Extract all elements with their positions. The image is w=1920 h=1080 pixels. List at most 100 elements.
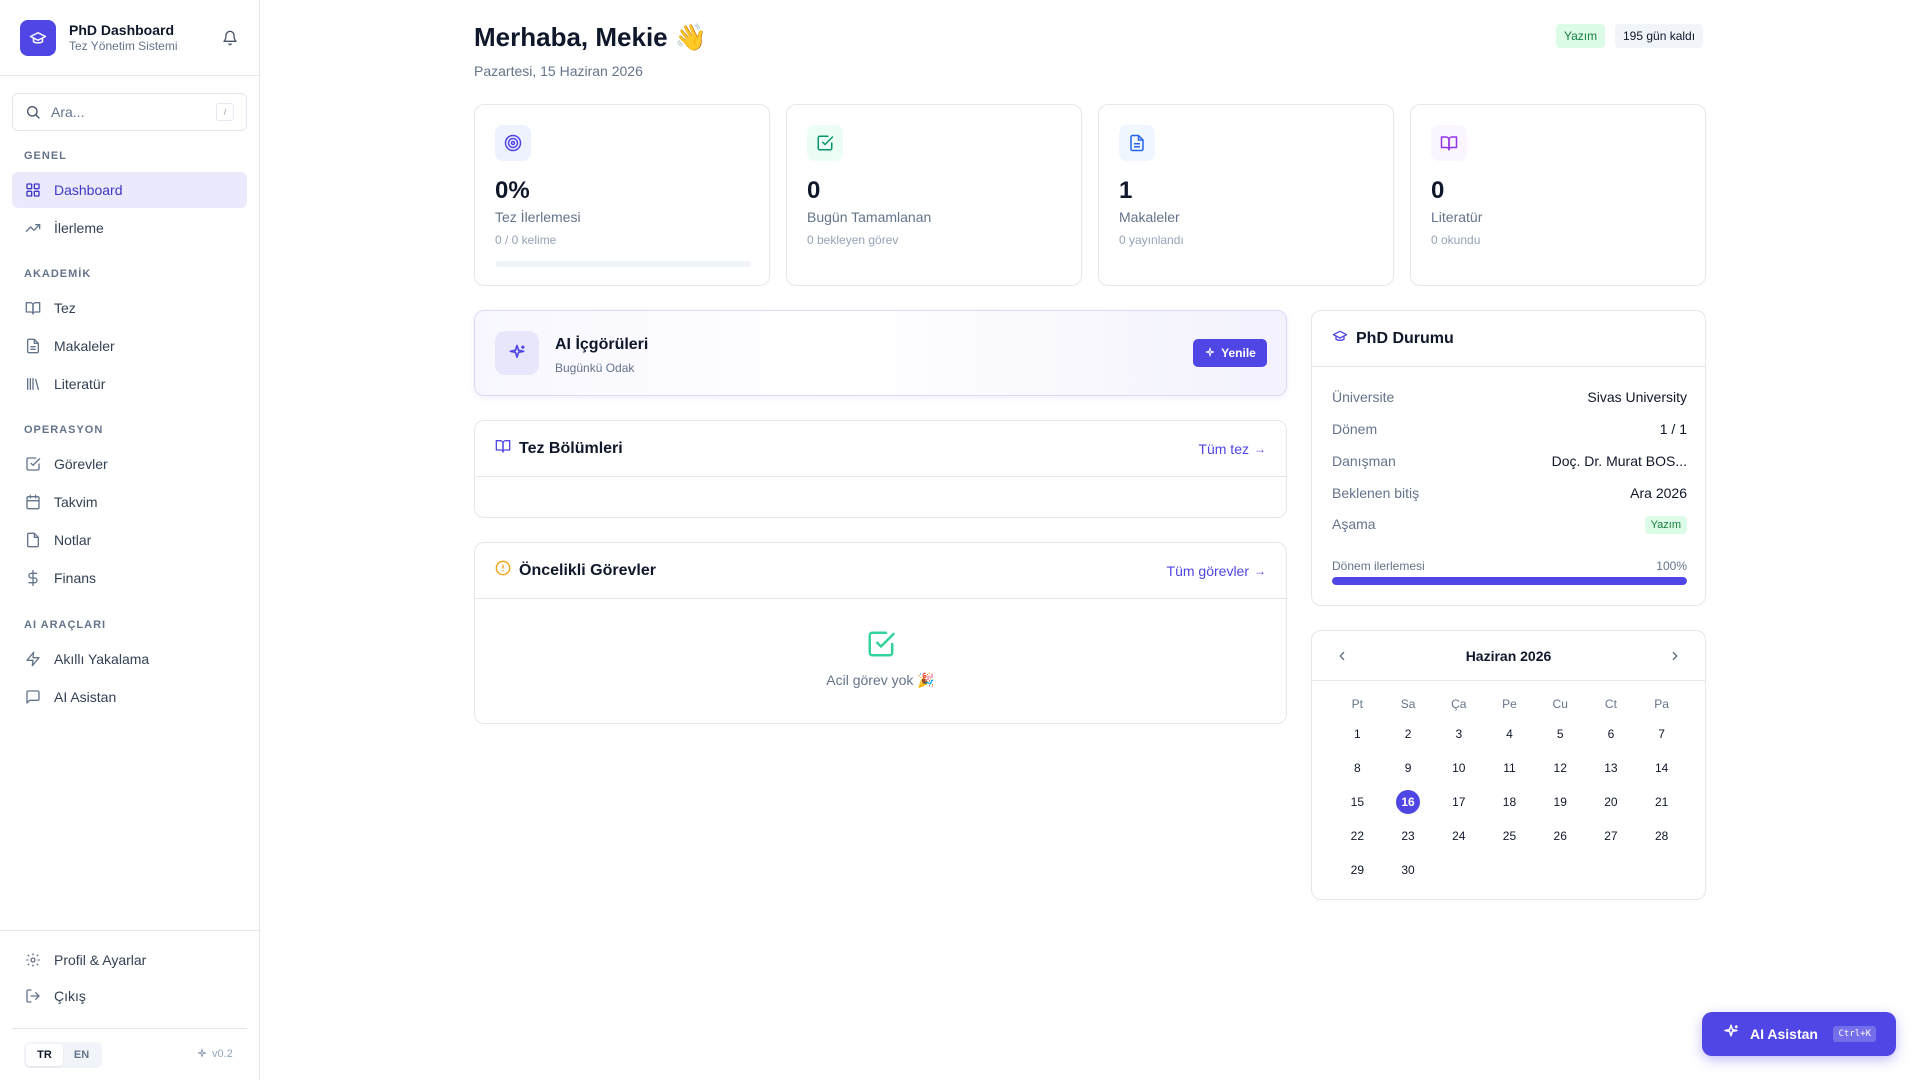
sparkles-icon: [1206, 347, 1215, 358]
calendar-day[interactable]: 23: [1383, 819, 1434, 853]
stat-card-articles[interactable]: 1 Makaleler 0 yayınlandı: [1098, 104, 1394, 286]
book-open-icon: [1431, 125, 1467, 161]
sidebar-item-ai-assistant[interactable]: AI Asistan: [12, 679, 247, 715]
search-input[interactable]: Ara... /: [12, 93, 247, 131]
brand[interactable]: PhD Dashboard Tez Yönetim Sistemi: [20, 20, 240, 56]
sidebar-item-progress[interactable]: İlerleme: [12, 210, 247, 246]
ai-insights-card: AI İçgörüleri Bugünkü Odak Yenile: [474, 310, 1287, 396]
brand-title: PhD Dashboard: [69, 22, 175, 38]
status-value: Sivas University: [1587, 389, 1687, 405]
calendar-day[interactable]: 7: [1636, 717, 1687, 751]
divider: [0, 930, 259, 931]
calendar-day[interactable]: 18: [1484, 785, 1535, 819]
arrow-right-icon: →: [1254, 441, 1266, 456]
calendar-day[interactable]: 20: [1586, 785, 1637, 819]
status-key: Beklenen bitiş: [1332, 485, 1420, 501]
stat-sub: 0 okundu: [1431, 233, 1481, 247]
calendar-day[interactable]: 24: [1433, 819, 1484, 853]
chevron-left-icon[interactable]: [1332, 646, 1352, 666]
sidebar-item-calendar[interactable]: Takvim: [12, 484, 247, 520]
ai-assistant-button[interactable]: AI Asistan Ctrl+K: [1702, 1012, 1896, 1056]
page-title: Merhaba, Mekie 👋: [474, 22, 708, 52]
calendar-day[interactable]: 5: [1535, 717, 1586, 751]
graduation-cap-icon: [20, 20, 56, 56]
stat-card-thesis-progress[interactable]: 0% Tez İlerlemesi 0 / 0 kelime: [474, 104, 770, 286]
all-thesis-link[interactable]: Tüm tez →: [1198, 441, 1266, 457]
stat-sub: 0 bekleyen görev: [807, 233, 899, 247]
calendar-day[interactable]: 10: [1433, 751, 1484, 785]
refresh-button[interactable]: Yenile: [1193, 339, 1267, 367]
sidebar-item-notes[interactable]: Notlar: [12, 522, 247, 558]
weekday-label: Ça: [1451, 697, 1467, 711]
all-tasks-link[interactable]: Tüm görevler →: [1167, 563, 1266, 579]
sidebar-item-finance[interactable]: Finans: [12, 560, 247, 596]
sidebar-item-articles[interactable]: Makaleler: [12, 328, 247, 364]
sidebar-item-literature[interactable]: Literatür: [12, 366, 247, 402]
message-square-icon: [25, 689, 41, 705]
sidebar-item-smart-capture[interactable]: Akıllı Yakalama: [12, 641, 247, 677]
sidebar-item-tasks[interactable]: Görevler: [12, 446, 247, 482]
phd-status-card: PhD Durumu Üniversite Sivas University D…: [1311, 310, 1706, 606]
divider: [0, 75, 259, 76]
sparkles-icon: [197, 1048, 207, 1059]
term-progress-bar: [1332, 577, 1687, 585]
calendar-month: Haziran 2026: [1465, 647, 1552, 664]
stat-sub: 0 / 0 kelime: [495, 233, 557, 247]
status-row-expected-end: Beklenen bitiş Ara 2026: [1332, 485, 1687, 501]
calendar-day[interactable]: 4: [1484, 717, 1535, 751]
zap-icon: [25, 651, 41, 667]
sidebar-item-dashboard[interactable]: Dashboard: [12, 172, 247, 208]
calendar-day[interactable]: 27: [1586, 819, 1637, 853]
calendar-day[interactable]: 28: [1636, 819, 1687, 853]
calendar-day[interactable]: 8: [1332, 751, 1383, 785]
weekday-label: Cu: [1552, 697, 1568, 711]
sidebar-item-label: Takvim: [54, 494, 98, 510]
calendar-day[interactable]: 29: [1332, 853, 1383, 887]
panel-title: PhD Durumu: [1356, 329, 1454, 347]
status-key: Dönem: [1332, 421, 1378, 437]
book-open-icon: [25, 300, 41, 316]
calendar-day[interactable]: 15: [1332, 785, 1383, 819]
book-open-icon: [495, 438, 511, 459]
file-text-icon: [1119, 125, 1155, 161]
bell-icon[interactable]: [220, 28, 240, 48]
sidebar: PhD Dashboard Tez Yönetim Sistemi Ara...…: [0, 0, 260, 1080]
calendar-day[interactable]: 25: [1484, 819, 1535, 853]
calendar-day-today[interactable]: 16: [1383, 785, 1434, 819]
progress-label: Dönem ilerlemesi: [1332, 559, 1425, 573]
stat-value: 0: [807, 177, 821, 204]
calendar-day[interactable]: 2: [1383, 717, 1434, 751]
current-date: Pazartesi, 15 Haziran 2026: [474, 63, 643, 79]
calendar-day[interactable]: 30: [1383, 853, 1434, 887]
panel-title: Öncelikli Görevler: [519, 561, 656, 579]
status-key: Danışman: [1332, 453, 1396, 469]
status-value: 1 / 1: [1659, 421, 1687, 437]
calendar-day[interactable]: 11: [1484, 751, 1535, 785]
stat-label: Makaleler: [1119, 209, 1180, 225]
calendar-day[interactable]: 17: [1433, 785, 1484, 819]
calendar-day[interactable]: 14: [1636, 751, 1687, 785]
calendar-day[interactable]: 22: [1332, 819, 1383, 853]
lang-en-button[interactable]: EN: [63, 1044, 100, 1066]
calendar-day[interactable]: 12: [1535, 751, 1586, 785]
stat-card-today-completed[interactable]: 0 Bugün Tamamlanan 0 bekleyen görev: [786, 104, 1082, 286]
calendar-day[interactable]: 1: [1332, 717, 1383, 751]
calendar-day[interactable]: 9: [1383, 751, 1434, 785]
sidebar-item-label: Tez: [54, 300, 76, 316]
calendar-day[interactable]: 13: [1586, 751, 1637, 785]
chevron-right-icon[interactable]: [1665, 646, 1685, 666]
link-label: Tüm tez: [1198, 440, 1249, 457]
calendar-day[interactable]: 26: [1535, 819, 1586, 853]
sidebar-item-logout[interactable]: Çıkış: [12, 978, 247, 1014]
nav-section-ai-tools: AI ARAÇLARI: [24, 619, 107, 631]
ai-insights-subtitle: Bugünkü Odak: [555, 361, 635, 375]
calendar-day[interactable]: 3: [1433, 717, 1484, 751]
calendar-day[interactable]: 6: [1586, 717, 1637, 751]
lang-tr-button[interactable]: TR: [26, 1044, 63, 1066]
stat-card-literature[interactable]: 0 Literatür 0 okundu: [1410, 104, 1706, 286]
calendar-day[interactable]: 19: [1535, 785, 1586, 819]
target-icon: [495, 125, 531, 161]
sidebar-item-profile-settings[interactable]: Profil & Ayarlar: [12, 942, 247, 978]
calendar-day[interactable]: 21: [1636, 785, 1687, 819]
sidebar-item-thesis[interactable]: Tez: [12, 290, 247, 326]
